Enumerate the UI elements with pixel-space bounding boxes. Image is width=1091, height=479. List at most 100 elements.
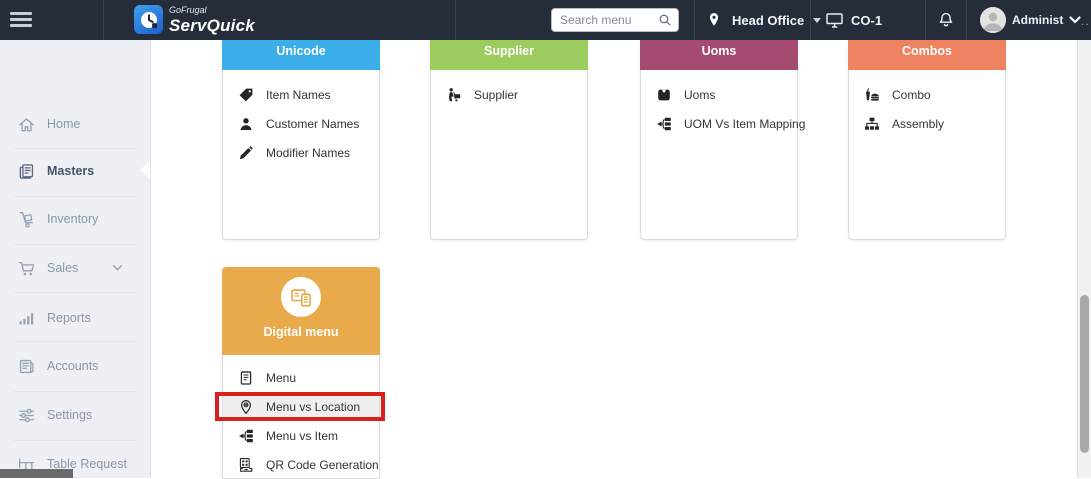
tag-icon (238, 87, 254, 103)
menu-location-pin-icon (238, 399, 254, 415)
sidebar-item-masters[interactable]: Masters (0, 158, 150, 184)
sidebar-item-home[interactable]: Home (0, 111, 150, 137)
servquick-clock-icon (134, 5, 163, 34)
menu-item-label: Menu (266, 370, 297, 385)
menu-item-label: Menu vs Location (266, 399, 361, 414)
supplier-person-icon (446, 87, 462, 103)
notifications-button[interactable] (937, 0, 955, 40)
search-input[interactable] (552, 13, 658, 27)
weighing-scale-icon (656, 87, 672, 103)
sidebar-item-settings[interactable]: Settings (0, 402, 150, 428)
menu-item-label: Item Names (266, 87, 331, 102)
menu-item-menu[interactable]: Menu (223, 363, 379, 392)
mapping-icon (656, 116, 672, 132)
digital-menu-icon (281, 277, 321, 317)
active-item-notch (140, 161, 150, 179)
menu-item-uom-vs-item-mapping[interactable]: UOM Vs Item Mapping (641, 109, 805, 138)
menu-item-label: Supplier (474, 87, 519, 102)
sidebar-item-label: Reports (47, 311, 91, 325)
menu-item-menu-vs-item[interactable]: Menu vs Item (223, 421, 379, 450)
location-pin-icon (707, 11, 721, 29)
app-logo[interactable]: GoFrugal ServQuick (134, 5, 255, 34)
sidebar-nav: Home Masters Inventory Sales Reports Acc… (0, 40, 151, 478)
user-chevron-down-icon (1069, 16, 1081, 24)
qr-code-icon (238, 457, 254, 473)
card-digital-menu-header: Digital menu (222, 267, 380, 355)
sidebar-item-reports[interactable]: Reports (0, 305, 150, 331)
card-uoms: Uoms Uoms UOM Vs Item Mapping (640, 39, 805, 240)
card-digital-menu-title: Digital menu (263, 325, 339, 339)
combo-meal-icon (864, 87, 880, 103)
user-avatar (980, 7, 1006, 33)
menu-item-label: UOM Vs Item Mapping (684, 116, 806, 131)
topbar-divider (810, 0, 811, 40)
reports-bar-chart-icon (18, 310, 35, 327)
menu-item-label: QR Code Generation (266, 457, 379, 472)
topbar-overflow-indicator: .. (1081, 14, 1090, 28)
accounts-ledger-icon (18, 358, 35, 375)
assembly-sitemap-icon (864, 116, 880, 132)
menu-item-uoms[interactable]: Uoms (641, 80, 797, 109)
masters-icon (18, 163, 35, 180)
search-icon[interactable] (658, 13, 672, 27)
brand-large-text: ServQuick (169, 15, 255, 35)
menu-item-menu-vs-location[interactable]: Menu vs Location (223, 392, 379, 421)
location-label: Head Office (732, 12, 805, 28)
sidebar-divider (14, 391, 136, 392)
vertical-scrollbar-thumb[interactable] (1080, 295, 1089, 453)
sidebar-item-accounts[interactable]: Accounts (0, 353, 150, 379)
card-uoms-header: Uoms (640, 39, 798, 70)
card-unicode: Unicode Item Names Customer Names Modifi… (222, 39, 380, 240)
menu-item-customer-names[interactable]: Customer Names (223, 109, 379, 138)
menu-item-combo[interactable]: Combo (849, 80, 1005, 109)
hamburger-menu-icon[interactable] (10, 12, 32, 28)
sidebar-item-label: Settings (47, 408, 93, 422)
user-menu[interactable]: Administra... (980, 0, 1081, 40)
sidebar-item-label: Accounts (47, 359, 99, 373)
sidebar-divider (14, 440, 136, 441)
topbar-divider (103, 0, 104, 40)
sales-cart-icon (18, 260, 35, 277)
location-selector[interactable]: Head Office (707, 0, 822, 40)
menu-item-assembly[interactable]: Assembly (849, 109, 1005, 138)
sidebar-item-label: Inventory (47, 212, 99, 226)
card-unicode-header: Unicode (222, 39, 380, 70)
menu-item-modifier-names[interactable]: Modifier Names (223, 138, 379, 167)
sidebar-divider (14, 341, 136, 342)
card-supplier-header: Supplier (430, 39, 588, 70)
card-digital-menu: Digital menu Menu Menu vs Location Menu … (222, 267, 380, 479)
card-combos: Combos Combo Assembly (848, 39, 1006, 240)
person-icon (238, 116, 254, 132)
vertical-scrollbar-track[interactable] (1077, 40, 1091, 478)
topbar-divider (966, 0, 967, 40)
menu-item-label: Assembly (892, 116, 945, 131)
menu-item-label: Uoms (684, 87, 716, 102)
home-icon (18, 116, 35, 133)
location-caret-down-icon (813, 17, 822, 23)
topbar-divider (455, 0, 456, 40)
terminal-selector[interactable]: CO-1 (825, 0, 882, 40)
menu-item-label: Combo (892, 87, 931, 102)
sidebar-item-label: Sales (47, 261, 79, 275)
sidebar-item-sales[interactable]: Sales (0, 255, 150, 281)
sidebar-item-label: Home (47, 117, 81, 131)
menu-item-qr-code-generation[interactable]: QR Code Generation (223, 450, 379, 479)
menu-item-supplier[interactable]: Supplier (431, 80, 587, 109)
menu-item-item-names[interactable]: Item Names (223, 80, 379, 109)
top-bar: GoFrugal ServQuick Head Office CO-1 (0, 0, 1091, 40)
sidebar-divider (14, 148, 136, 149)
sidebar-divider (14, 244, 136, 245)
mapping-icon (238, 428, 254, 444)
menu-item-label: Customer Names (266, 116, 360, 131)
sales-chevron-down-icon (112, 264, 123, 272)
topbar-divider (925, 0, 926, 40)
settings-sliders-icon (18, 407, 35, 424)
terminal-label: CO-1 (851, 12, 883, 28)
sidebar-footer-partial (0, 469, 73, 478)
card-supplier: Supplier Supplier (430, 39, 588, 240)
sidebar-item-inventory[interactable]: Inventory (0, 206, 150, 232)
pen-icon (238, 145, 254, 161)
brand-small-text: GoFrugal (169, 4, 207, 15)
sidebar-divider (14, 292, 136, 293)
user-name-label: Administra... (1012, 13, 1064, 27)
